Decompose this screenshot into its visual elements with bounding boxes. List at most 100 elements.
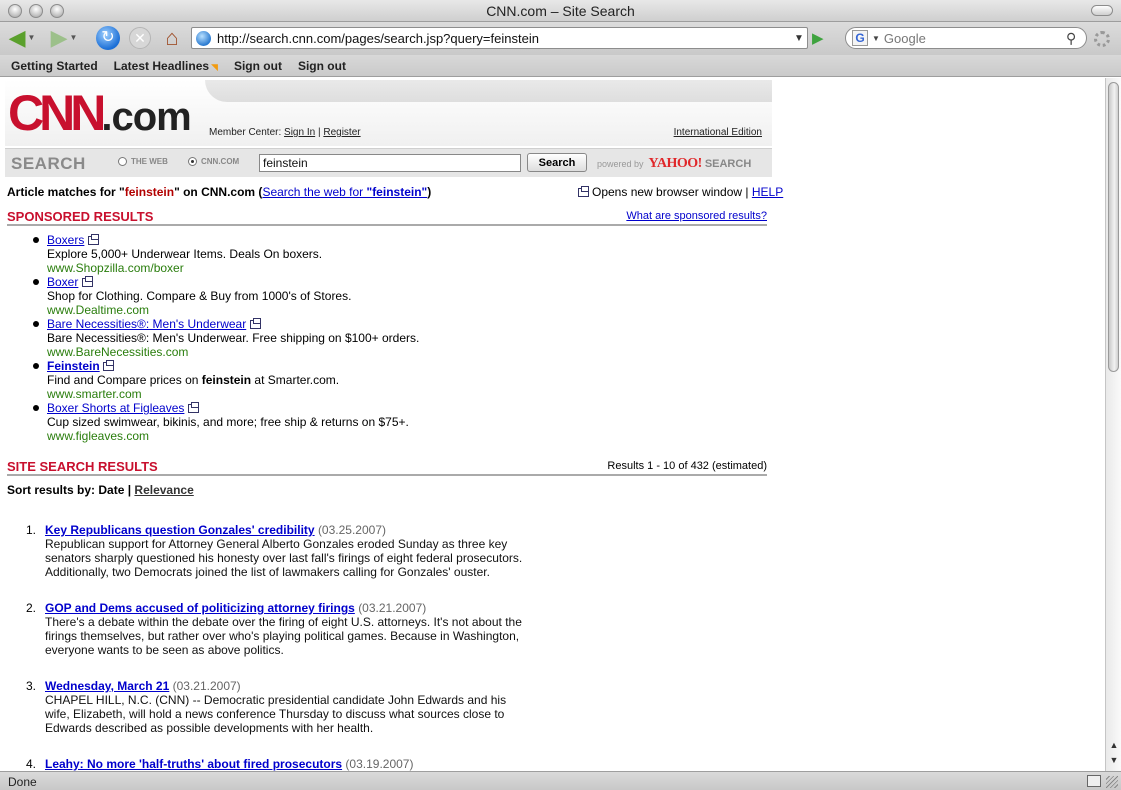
result-link[interactable]: Wednesday, March 21	[45, 679, 169, 693]
google-logo-icon[interactable]: G	[852, 30, 868, 46]
bullet-icon	[33, 405, 39, 411]
new-window-icon[interactable]	[249, 318, 261, 329]
home-button[interactable]: ⌂	[158, 25, 186, 51]
yahoo-search-label: SEARCH	[704, 158, 752, 170]
opens-window-label: Opens new browser window |	[592, 185, 749, 199]
address-bar[interactable]: http://search.cnn.com/pages/search.jsp?q…	[191, 27, 808, 49]
sponsored-list: Boxers Explore 5,000+ Underwear Items. D…	[33, 233, 593, 443]
result-date: (03.21.2007)	[172, 679, 241, 693]
site-results-header: SITE SEARCH RESULTS Results 1 - 10 of 43…	[7, 458, 767, 476]
scrollbar-thumb[interactable]	[1108, 82, 1119, 372]
powered-by-yahoo: powered by YAHOO! SEARCH	[597, 156, 751, 172]
result-link[interactable]: Leahy: No more 'half-truths' about fired…	[45, 757, 342, 771]
list-item: Boxers Explore 5,000+ Underwear Items. D…	[33, 233, 593, 275]
sponsored-url: www.Shopzilla.com/boxer	[47, 261, 184, 275]
search-input[interactable]: Google	[884, 31, 1066, 46]
bookmark-sign-out[interactable]: Sign out	[298, 59, 346, 73]
radio-label: THE WEB	[131, 157, 168, 166]
sponsored-info: What are sponsored results?	[626, 210, 767, 222]
new-window-icon[interactable]	[87, 234, 99, 245]
search-engine-box[interactable]: G ▼ Google ⚲	[845, 27, 1087, 49]
radio-button[interactable]	[118, 157, 127, 166]
radio-label: CNN.COM	[201, 157, 240, 166]
sort-relevance-link[interactable]: Relevance	[134, 483, 193, 497]
sponsored-link[interactable]: Boxer Shorts at Figleaves	[47, 401, 184, 415]
site-search-input[interactable]: feinstein	[259, 154, 521, 172]
radio-cnn-com[interactable]: CNN.COM	[188, 157, 239, 166]
sign-in-link[interactable]: Sign In	[284, 127, 315, 138]
radio-button-selected[interactable]	[188, 157, 197, 166]
forward-arrow-icon: ▶	[50, 25, 68, 50]
magnifier-icon[interactable]: ⚲	[1066, 30, 1086, 47]
reload-button[interactable]: ↻	[94, 25, 122, 51]
matches-prefix: Article matches for "	[7, 185, 125, 199]
member-center: Member Center: Sign In | Register	[209, 127, 361, 138]
page-info-icon[interactable]	[1087, 775, 1101, 787]
url-text[interactable]: http://search.cnn.com/pages/search.jsp?q…	[217, 31, 791, 46]
sort-controls: Sort results by: Date | Relevance	[7, 483, 194, 497]
status-bar: Done	[0, 771, 1121, 790]
sponsored-link[interactable]: Bare Necessities®: Men's Underwear	[47, 317, 246, 331]
forward-button[interactable]: ▶ ▼	[46, 25, 82, 51]
window-titlebar: CNN.com – Site Search	[0, 0, 1121, 22]
what-are-sponsored-link[interactable]: What are sponsored results?	[626, 210, 767, 222]
cnn-logo[interactable]: CNN.com	[8, 85, 192, 141]
search-web-link[interactable]: Search the web for "feinstein"	[262, 185, 427, 199]
result-desc: Republican support for Attorney General …	[45, 537, 523, 579]
list-item: 2. GOP and Dems accused of politicizing …	[0, 601, 540, 657]
desc-text: at Smarter.com.	[251, 373, 340, 387]
sponsored-url: www.BareNecessities.com	[47, 345, 189, 359]
sort-label: Sort results by: Date |	[7, 483, 132, 497]
back-button[interactable]: ◀ ▼	[4, 25, 40, 51]
help-link[interactable]: HELP	[752, 185, 783, 199]
vertical-scrollbar[interactable]: ▲ ▼	[1105, 78, 1121, 771]
search-button[interactable]: Search	[527, 153, 587, 172]
result-link[interactable]: GOP and Dems accused of politicizing att…	[45, 601, 355, 615]
bookmark-label: Latest Headlines	[113, 58, 210, 73]
rss-icon: ◥	[211, 61, 218, 72]
result-number: 2.	[25, 601, 36, 615]
bullet-icon	[33, 321, 39, 327]
sponsored-url: www.Dealtime.com	[47, 303, 150, 317]
toolbar-toggle-button[interactable]	[1091, 5, 1113, 16]
window-title: CNN.com – Site Search	[486, 3, 635, 19]
sponsored-link[interactable]: Feinstein	[47, 359, 100, 373]
bookmark-latest-headlines[interactable]: Latest Headlines ◥	[114, 59, 218, 73]
sponsored-desc: Shop for Clothing. Compare & Buy from 10…	[47, 289, 352, 303]
desc-text: Find and Compare prices on	[47, 373, 202, 387]
bookmark-sign-out[interactable]: Sign out	[234, 59, 282, 73]
scroll-up-icon[interactable]: ▲	[1108, 740, 1120, 750]
scroll-down-icon[interactable]: ▼	[1108, 755, 1120, 765]
new-window-icon[interactable]	[103, 360, 115, 371]
go-arrow-icon[interactable]: ▶	[812, 31, 828, 47]
result-number: 4.	[25, 757, 36, 771]
stop-button[interactable]: ✕	[126, 25, 154, 51]
international-edition-link[interactable]: International Edition	[674, 127, 762, 138]
result-desc: There's a debate within the debate over …	[45, 615, 522, 657]
bookmark-getting-started[interactable]: Getting Started	[11, 59, 98, 73]
list-item: Feinstein Find and Compare prices on fei…	[33, 359, 593, 401]
chevron-down-icon[interactable]: ▼	[872, 34, 880, 43]
list-item: Boxer Shorts at Figleaves Cup sized swim…	[33, 401, 593, 443]
cnn-header: CNN.com Member Center: Sign In | Registe…	[5, 80, 772, 177]
back-arrow-icon: ◀	[8, 25, 26, 50]
sponsored-link[interactable]: Boxers	[47, 233, 84, 247]
search-web-link-query: "feinstein"	[366, 185, 428, 199]
result-link[interactable]: Key Republicans question Gonzales' credi…	[45, 523, 315, 537]
resize-grip-icon[interactable]	[1106, 776, 1118, 788]
bullet-icon	[33, 363, 39, 369]
sponsored-desc: Explore 5,000+ Underwear Items. Deals On…	[47, 247, 323, 261]
register-link[interactable]: Register	[323, 127, 360, 138]
list-item: Boxer Shop for Clothing. Compare & Buy f…	[33, 275, 593, 317]
reload-icon: ↻	[96, 26, 120, 50]
new-window-icon[interactable]	[187, 402, 199, 413]
result-number: 1.	[25, 523, 36, 537]
new-window-icon[interactable]	[81, 276, 93, 287]
logo-cnn-text: CNN	[8, 85, 106, 141]
chevron-down-icon[interactable]: ▼	[791, 33, 807, 44]
list-item: Bare Necessities®: Men's Underwear Bare …	[33, 317, 593, 359]
loading-spinner-icon	[1094, 31, 1110, 47]
separator: |	[317, 127, 321, 138]
sponsored-link[interactable]: Boxer	[47, 275, 78, 289]
radio-the-web[interactable]: THE WEB	[118, 157, 168, 166]
